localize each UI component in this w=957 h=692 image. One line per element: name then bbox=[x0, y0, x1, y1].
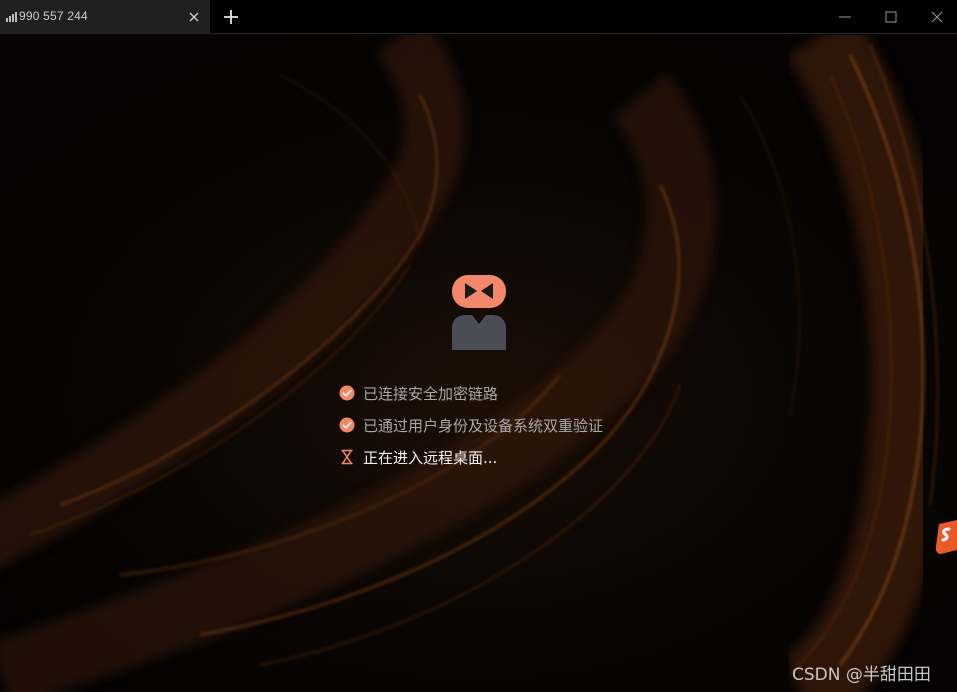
remote-user-avatar-icon bbox=[452, 275, 506, 350]
check-circle-icon bbox=[339, 385, 355, 401]
watermark-text: CSDN @半甜田田 bbox=[792, 665, 931, 685]
status-text-active: 正在进入远程桌面... bbox=[363, 448, 498, 467]
close-icon bbox=[931, 11, 943, 23]
tab-close-icon[interactable] bbox=[187, 10, 201, 24]
floating-logo-icon[interactable] bbox=[935, 520, 957, 554]
signal-strength-icon bbox=[6, 12, 17, 22]
remote-desktop-window: 990 557 244 已连接安全加密链路 已通过用户身份及设备系统双重验证 正… bbox=[0, 0, 957, 692]
close-window-button[interactable] bbox=[914, 0, 957, 34]
connection-status-list: 已连接安全加密链路 已通过用户身份及设备系统双重验证 正在进入远程桌面... bbox=[338, 377, 658, 473]
status-text: 已连接安全加密链路 bbox=[363, 384, 499, 403]
tab-bar: 990 557 244 bbox=[0, 0, 957, 34]
background-art bbox=[0, 35, 957, 692]
status-item: 已连接安全加密链路 bbox=[338, 377, 658, 409]
minimize-icon bbox=[839, 16, 851, 18]
tab-title: 990 557 244 bbox=[19, 9, 88, 23]
status-item: 正在进入远程桌面... bbox=[338, 441, 658, 473]
plus-icon[interactable] bbox=[222, 8, 240, 26]
hourglass-icon bbox=[341, 449, 353, 465]
minimize-button[interactable] bbox=[822, 0, 868, 34]
status-item: 已通过用户身份及设备系统双重验证 bbox=[338, 409, 658, 441]
check-circle-icon bbox=[339, 417, 355, 433]
maximize-icon bbox=[885, 11, 897, 23]
maximize-button[interactable] bbox=[868, 0, 914, 34]
status-text: 已通过用户身份及设备系统双重验证 bbox=[363, 416, 604, 435]
tab-session[interactable]: 990 557 244 bbox=[0, 0, 210, 34]
